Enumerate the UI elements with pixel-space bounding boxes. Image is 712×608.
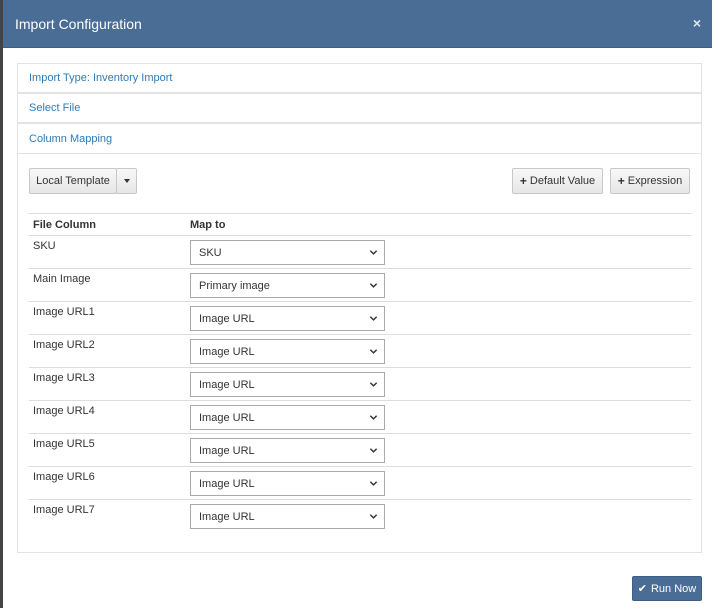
map-to-select[interactable]: Image URL	[190, 504, 385, 529]
local-template-dropdown-toggle[interactable]	[116, 168, 137, 194]
accordion-header-select-file[interactable]: Select File	[18, 94, 701, 122]
map-to-value: Image URL	[199, 312, 255, 325]
file-column-cell: Image URL2	[29, 334, 186, 368]
map-to-select[interactable]: Image URL	[190, 405, 385, 430]
map-to-select[interactable]: Image URL	[190, 339, 385, 364]
table-row: Image URL2 Image URL	[29, 334, 691, 368]
map-to-cell: Image URL	[186, 433, 691, 467]
chevron-down-icon	[369, 448, 378, 453]
map-to-value: Image URL	[199, 510, 255, 523]
table-row: Image URL3 Image URL	[29, 367, 691, 401]
file-column-cell: Image URL1	[29, 301, 186, 335]
accordion-header-column-mapping[interactable]: Column Mapping	[18, 124, 701, 154]
chevron-down-icon	[369, 481, 378, 486]
map-to-value: Image URL	[199, 444, 255, 457]
map-to-select[interactable]: Image URL	[190, 438, 385, 463]
accordion-import-type: Import Type: Inventory Import	[17, 63, 702, 93]
map-to-cell: Image URL	[186, 466, 691, 500]
close-icon[interactable]: ×	[690, 16, 704, 30]
chevron-down-icon	[369, 283, 378, 288]
map-to-select[interactable]: Image URL	[190, 372, 385, 397]
chevron-down-icon	[369, 415, 378, 420]
map-to-cell: Image URL	[186, 400, 691, 434]
run-now-label: Run Now	[650, 582, 697, 595]
table-row: Image URL5 Image URL	[29, 433, 691, 467]
map-to-select[interactable]: Primary image	[190, 273, 385, 298]
map-to-cell: Primary image	[186, 268, 691, 302]
file-column-cell: SKU	[29, 235, 186, 269]
caret-down-icon	[123, 179, 130, 183]
table-row: Image URL7 Image URL	[29, 500, 691, 533]
modal-header: Import Configuration	[3, 0, 712, 48]
check-icon: ✔	[637, 583, 647, 595]
table-row: Image URL1 Image URL	[29, 301, 691, 335]
chevron-down-icon	[369, 316, 378, 321]
column-mapping-body: Local Template + Default Value + Express…	[18, 154, 701, 552]
file-column-cell: Image URL3	[29, 367, 186, 401]
expression-label: Expression	[627, 175, 683, 187]
map-to-select[interactable]: Image URL	[190, 306, 385, 331]
table-row: Main Image Primary image	[29, 268, 691, 302]
modal-title: Import Configuration	[15, 15, 142, 32]
header-map-to: Map to	[186, 213, 691, 236]
accordion-header-import-type[interactable]: Import Type: Inventory Import	[18, 64, 701, 92]
map-to-select[interactable]: Image URL	[190, 471, 385, 496]
run-now-button[interactable]: ✔ Run Now	[632, 576, 702, 601]
accordion-column-mapping: Column Mapping Local Template + Default …	[17, 123, 702, 553]
file-column-cell: Main Image	[29, 268, 186, 302]
map-to-select[interactable]: SKU	[190, 240, 385, 265]
plus-icon: +	[617, 174, 625, 188]
map-to-cell: SKU	[186, 235, 691, 269]
column-mapping-table: File Column Map to SKU SKU Main Image Prima…	[29, 213, 691, 533]
map-to-value: Primary image	[199, 279, 270, 292]
file-column-cell: Image URL7	[33, 504, 95, 516]
map-to-value: Image URL	[199, 411, 255, 424]
table-row: Image URL4 Image URL	[29, 400, 691, 434]
plus-icon: +	[519, 174, 527, 188]
chevron-down-icon	[369, 514, 378, 519]
table-row: Image URL6 Image URL	[29, 466, 691, 500]
file-column-cell: Image URL6	[29, 466, 186, 500]
map-to-cell: Image URL	[186, 301, 691, 335]
map-to-cell: Image URL	[186, 367, 691, 401]
local-template-label: Local Template	[36, 175, 110, 187]
table-row: SKU SKU	[29, 235, 691, 269]
map-to-value: SKU	[199, 246, 222, 259]
default-value-button[interactable]: + Default Value	[512, 168, 603, 194]
chevron-down-icon	[369, 349, 378, 354]
chevron-down-icon	[369, 250, 378, 255]
header-file-column: File Column	[29, 213, 186, 236]
map-to-value: Image URL	[199, 378, 255, 391]
map-to-value: Image URL	[199, 477, 255, 490]
chevron-down-icon	[369, 382, 378, 387]
default-value-label: Default Value	[529, 175, 596, 187]
map-to-cell: Image URL	[186, 500, 691, 533]
map-to-value: Image URL	[199, 345, 255, 358]
map-to-cell: Image URL	[186, 334, 691, 368]
file-column-cell: Image URL4	[29, 400, 186, 434]
expression-button[interactable]: + Expression	[610, 168, 690, 194]
import-configuration-modal: Import Configuration × Import Type: Inve…	[3, 0, 712, 608]
accordion-select-file: Select File	[17, 93, 702, 123]
local-template-button[interactable]: Local Template	[29, 168, 117, 194]
file-column-cell: Image URL5	[29, 433, 186, 467]
